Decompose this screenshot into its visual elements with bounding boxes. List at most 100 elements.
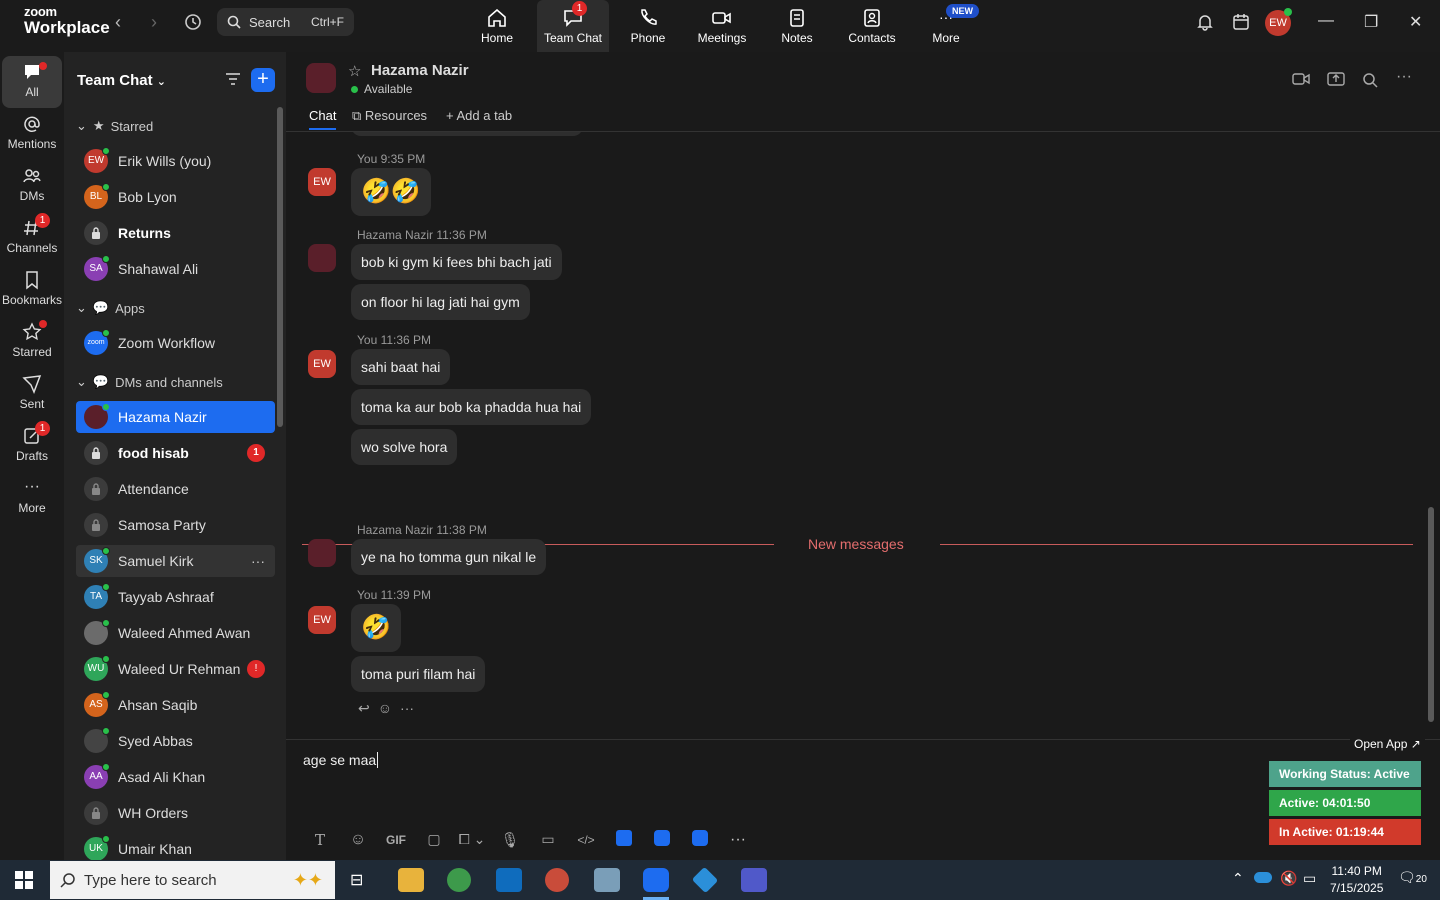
avatar[interactable]: EW — [308, 168, 336, 196]
notification-icon[interactable]: 🗨20 — [1398, 869, 1427, 886]
network-icon[interactable]: ▭ — [1303, 870, 1316, 887]
section-starred[interactable]: ⌄ ★ Starred — [76, 118, 153, 134]
section-dms[interactable]: ⌄ 💬 DMs and channels — [76, 374, 223, 390]
task-view-icon[interactable]: ⊟ — [350, 870, 363, 890]
list-item[interactable]: BL Bob Lyon — [76, 181, 275, 213]
restore-icon[interactable]: ❐ — [1364, 12, 1378, 32]
search-icon[interactable] — [1362, 72, 1378, 88]
onedrive-icon[interactable] — [1254, 872, 1272, 883]
chat-scrollbar[interactable] — [1428, 507, 1434, 722]
list-item[interactable]: WU Waleed Ur Rehman! — [76, 653, 275, 685]
nav-more[interactable]: ··· More NEW — [910, 0, 982, 52]
rail-dms[interactable]: DMs — [2, 160, 62, 212]
list-item[interactable]: WH Orders — [76, 797, 275, 829]
taskbar-clock[interactable]: 11:40 PM 7/15/2025 — [1330, 863, 1383, 897]
message-bubble[interactable]: ye na ho tomma gun nikal le — [351, 539, 547, 575]
nav-notes[interactable]: Notes — [761, 0, 833, 52]
emoji-reaction-icon[interactable]: ☺ — [378, 700, 392, 717]
nav-phone[interactable]: Phone — [612, 0, 684, 52]
new-chat-plus-icon[interactable]: + — [251, 68, 275, 92]
list-item[interactable]: food hisab 1 — [76, 437, 275, 469]
code-icon[interactable]: </> — [567, 833, 605, 847]
back-arrow-icon[interactable]: ‹ — [115, 12, 121, 33]
app-icon-docs[interactable] — [605, 830, 643, 849]
more-options-icon[interactable]: ··· — [1396, 68, 1412, 86]
close-icon[interactable]: ✕ — [1409, 12, 1422, 32]
app-icon-whiteboard[interactable] — [643, 830, 681, 849]
bell-icon[interactable] — [1196, 13, 1214, 31]
outlook-icon[interactable] — [496, 868, 522, 892]
more-options-icon[interactable]: ··· — [719, 831, 757, 849]
rail-channels[interactable]: Channels 1 — [2, 212, 62, 264]
message-bubble[interactable]: toma ka aur bob ka phadda hua hai — [351, 389, 592, 425]
file-icon[interactable]: ▢ — [415, 831, 453, 848]
minimize-icon[interactable]: — — [1318, 12, 1334, 30]
list-item[interactable]: Waleed Ahmed Awan — [76, 617, 275, 649]
rail-drafts[interactable]: Drafts 1 — [2, 420, 62, 472]
message-bubble[interactable]: sahi baat hai — [351, 349, 451, 385]
list-item[interactable]: Hazama Nazir — [76, 401, 275, 433]
more-options-icon[interactable]: ··· — [400, 700, 414, 717]
nav-team-chat[interactable]: Team Chat 1 — [537, 0, 609, 52]
screenshot-icon[interactable]: ⧠ ⌄ — [453, 831, 491, 848]
nav-home[interactable]: Home — [461, 0, 533, 52]
list-item[interactable]: AA Asad Ali Khan — [76, 761, 275, 793]
section-apps[interactable]: ⌄ 💬 Apps — [76, 300, 145, 316]
avatar[interactable]: EW — [308, 606, 336, 634]
message-bubble[interactable]: 🤣🤣 — [351, 168, 431, 216]
message-bubble[interactable]: on floor hi lag jati hai gym — [351, 284, 530, 320]
rail-more[interactable]: ··· More — [2, 472, 62, 524]
emoji-icon[interactable]: ☺ — [339, 831, 377, 849]
message-bubble[interactable]: toma puri filam hai — [351, 656, 486, 692]
share-screen-icon[interactable] — [1327, 72, 1345, 86]
history-icon[interactable] — [183, 12, 203, 32]
tab-add[interactable]: + Add a tab — [446, 108, 512, 123]
message-bubble[interactable]: wo solve hora — [351, 429, 458, 465]
list-item[interactable]: Syed Abbas — [76, 725, 275, 757]
zoom-taskbar-icon[interactable] — [643, 868, 669, 892]
list-item[interactable]: Returns — [76, 217, 275, 249]
reply-icon[interactable]: ↩ — [358, 700, 370, 717]
rail-mentions[interactable]: Mentions — [2, 108, 62, 160]
search-box[interactable]: Search Ctrl+F — [217, 8, 354, 36]
star-icon[interactable]: ☆ — [348, 62, 361, 80]
volume-icon[interactable]: 🔇 — [1280, 870, 1297, 887]
list-item[interactable]: SK Samuel Kirk ··· — [76, 545, 275, 577]
avatar[interactable] — [308, 244, 336, 272]
avatar[interactable]: EW — [308, 350, 336, 378]
list-item[interactable]: SA Shahawal Ali — [76, 253, 275, 285]
list-item[interactable]: AS Ahsan Saqib — [76, 689, 275, 721]
rail-sent[interactable]: Sent — [2, 368, 62, 420]
calendar-icon[interactable] — [1232, 13, 1250, 31]
rail-all[interactable]: All — [2, 56, 62, 108]
sidebar-scrollbar[interactable] — [277, 107, 283, 427]
filter-icon[interactable] — [224, 70, 242, 88]
message-bubble[interactable]: bob ki gym ki fees bhi bach jati — [351, 244, 562, 280]
microphone-icon[interactable]: 🎙 — [491, 831, 529, 849]
avatar[interactable] — [308, 539, 336, 567]
channel-avatar[interactable] — [306, 63, 336, 93]
list-item[interactable]: EW Erik Wills (you) — [76, 145, 275, 177]
open-app-button[interactable]: Open App ↗ — [1350, 735, 1425, 753]
file-explorer-icon[interactable] — [398, 868, 424, 892]
windows-start-icon[interactable] — [15, 871, 33, 889]
text-format-icon[interactable]: T — [301, 831, 339, 849]
message-bubble[interactable]: 🤣 — [351, 604, 401, 652]
app-icon[interactable] — [691, 866, 719, 894]
app-icon-meeting[interactable] — [681, 830, 719, 849]
chrome-profile-icon[interactable] — [545, 868, 569, 892]
video-call-icon[interactable] — [1292, 72, 1310, 86]
list-item[interactable]: zoom Zoom Workflow — [76, 327, 275, 359]
app-icon[interactable] — [594, 868, 620, 892]
chevron-up-icon[interactable]: ⌃ — [1232, 870, 1244, 887]
sidebar-title[interactable]: Team Chat ⌄ — [77, 72, 166, 89]
forward-arrow-icon[interactable]: › — [151, 12, 157, 33]
tab-chat[interactable]: Chat — [309, 108, 337, 130]
message-input[interactable]: age se maa — [303, 752, 379, 768]
list-item[interactable]: Samosa Party — [76, 509, 275, 541]
video-message-icon[interactable]: ▭ — [529, 831, 567, 848]
rail-starred[interactable]: Starred — [2, 316, 62, 368]
more-options-icon[interactable]: ··· — [251, 553, 265, 569]
gif-button[interactable]: GIF — [377, 833, 415, 847]
list-item[interactable]: TA Tayyab Ashraaf — [76, 581, 275, 613]
